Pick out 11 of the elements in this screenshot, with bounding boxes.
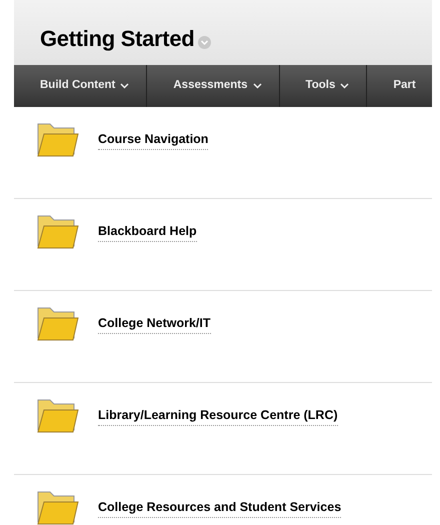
chevron-down-icon[interactable] — [198, 36, 212, 49]
toolbar-menu-button[interactable]: Assessments — [147, 65, 280, 107]
toolbar-menu-button[interactable]: Build Content — [14, 65, 148, 107]
content-folder-link[interactable]: Blackboard Help — [98, 222, 197, 242]
toolbar-menu-button[interactable]: Tools — [280, 65, 368, 107]
content-folder-link[interactable]: Library/Learning Resource Centre (LRC) — [98, 406, 338, 426]
page-title: Getting Started — [40, 26, 194, 53]
content-folder-link[interactable]: College Resources and Student Services — [98, 498, 342, 518]
content-folder-link[interactable]: Course Navigation — [98, 130, 208, 150]
content-folder-link[interactable]: College Network/IT — [98, 314, 211, 334]
toolbar-menu-button[interactable]: Part — [367, 65, 432, 107]
